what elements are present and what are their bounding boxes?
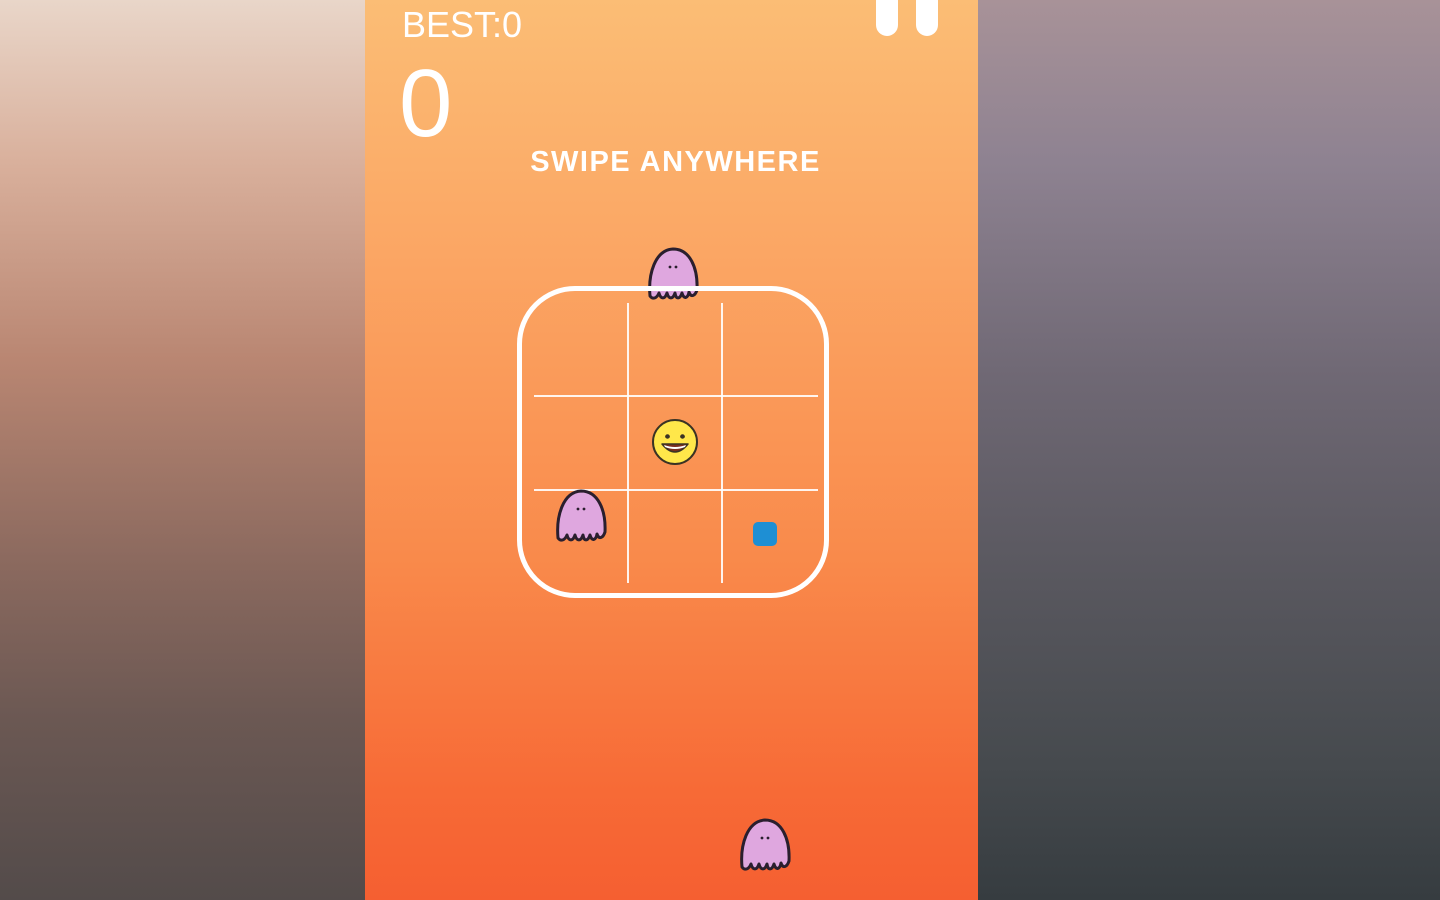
game-screen[interactable]: BEST:0 0 SWIPE ANYWHERE xyxy=(365,0,978,900)
pause-icon-bar-left xyxy=(876,0,898,36)
grid-line-horizontal-1 xyxy=(534,395,818,397)
best-score-label: BEST:0 xyxy=(402,4,523,45)
pink-ghost-icon xyxy=(740,818,791,871)
grid-line-vertical-1 xyxy=(627,303,629,583)
blue-square-gem-icon xyxy=(753,522,777,546)
pause-button[interactable] xyxy=(873,0,941,38)
backdrop-right-blur xyxy=(978,0,1440,900)
backdrop-left-blur xyxy=(0,0,365,900)
swipe-hint: SWIPE ANYWHERE xyxy=(530,146,821,178)
grid-line-vertical-2 xyxy=(721,303,723,583)
pink-ghost-icon xyxy=(556,489,607,542)
smiley-face-icon xyxy=(652,419,698,465)
current-score: 0 xyxy=(399,50,453,157)
pause-icon-bar-right xyxy=(916,0,938,36)
